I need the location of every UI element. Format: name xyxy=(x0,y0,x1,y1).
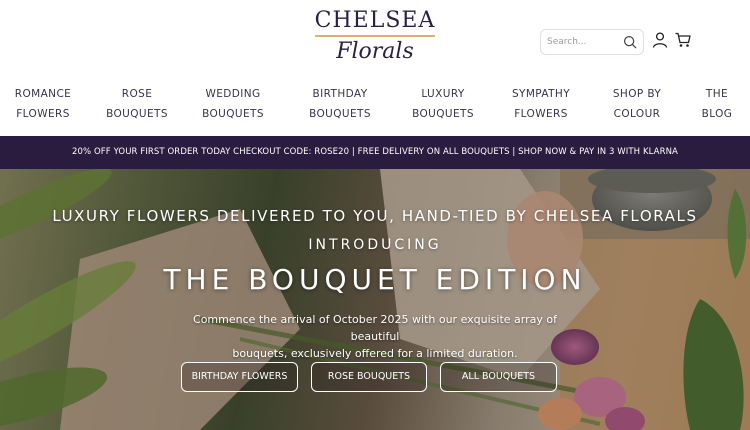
nav-sympathy-flowers[interactable]: SYMPATHY FLOWERS xyxy=(510,84,572,124)
nav-label-line1: ROMANCE xyxy=(14,88,72,100)
nav-label-line2: FLOWERS xyxy=(16,108,70,120)
main-navigation: ROMANCE FLOWERS ROSE BOUQUETS WEDDING BO… xyxy=(0,84,750,126)
search-box[interactable] xyxy=(540,29,644,55)
nav-birthday-bouquets[interactable]: BIRTHDAY BOUQUETS xyxy=(309,84,371,124)
search-input[interactable] xyxy=(547,35,619,49)
nav-label-line2: COLOUR xyxy=(613,108,661,120)
hero-description-line1: Commence the arrival of October 2025 wit… xyxy=(193,313,557,343)
nav-label-line1: ROSE xyxy=(121,88,153,100)
nav-the-blog[interactable]: THE BLOG xyxy=(700,84,734,124)
nav-label-line2: FLOWERS xyxy=(514,108,568,120)
nav-shop-by-colour[interactable]: SHOP BY COLOUR xyxy=(606,84,668,124)
nav-wedding-bouquets[interactable]: WEDDING BOUQUETS xyxy=(202,84,264,124)
nav-label-line1: THE xyxy=(705,88,729,100)
hero-description-line2: bouquets, exclusively offered for a limi… xyxy=(232,347,518,360)
hero-banner: LUXURY FLOWERS DELIVERED TO YOU, HAND-TI… xyxy=(0,169,750,430)
nav-label-line2: BOUQUETS xyxy=(412,108,474,120)
nav-luxury-bouquets[interactable]: LUXURY BOUQUETS xyxy=(412,84,474,124)
nav-label-line2: BOUQUETS xyxy=(309,108,371,120)
nav-label-line2: BOUQUETS xyxy=(202,108,264,120)
nav-label-line1: SYMPATHY xyxy=(511,88,571,100)
birthday-flowers-button[interactable]: BIRTHDAY FLOWERS xyxy=(181,362,298,392)
rose-bouquets-button[interactable]: ROSE BOUQUETS xyxy=(311,362,427,392)
nav-label-line1: WEDDING xyxy=(205,88,261,100)
hero-tagline: LUXURY FLOWERS DELIVERED TO YOU, HAND-TI… xyxy=(52,207,698,225)
search-icon[interactable] xyxy=(623,35,637,49)
user-icon[interactable] xyxy=(651,31,669,49)
logo-wordmark: CHELSEA xyxy=(314,8,436,37)
all-bouquets-button[interactable]: ALL BOUQUETS xyxy=(440,362,557,392)
cart-icon[interactable] xyxy=(674,31,692,49)
nav-label-line2: BLOG xyxy=(701,108,733,120)
hero-description: Commence the arrival of October 2025 wit… xyxy=(190,311,560,362)
hero-title: THE BOUQUET EDITION xyxy=(163,263,587,296)
promo-banner: 20% OFF YOUR FIRST ORDER TODAY CHECKOUT … xyxy=(0,136,750,169)
nav-label-line1: BIRTHDAY xyxy=(312,88,368,100)
nav-label-line2: BOUQUETS xyxy=(106,108,168,120)
nav-label-line1: SHOP BY xyxy=(612,88,662,100)
nav-rose-bouquets[interactable]: ROSE BOUQUETS xyxy=(106,84,168,124)
nav-romance-flowers[interactable]: ROMANCE FLOWERS xyxy=(12,84,74,124)
nav-label-line1: LUXURY xyxy=(421,88,465,100)
hero-intro: INTRODUCING xyxy=(308,237,442,253)
